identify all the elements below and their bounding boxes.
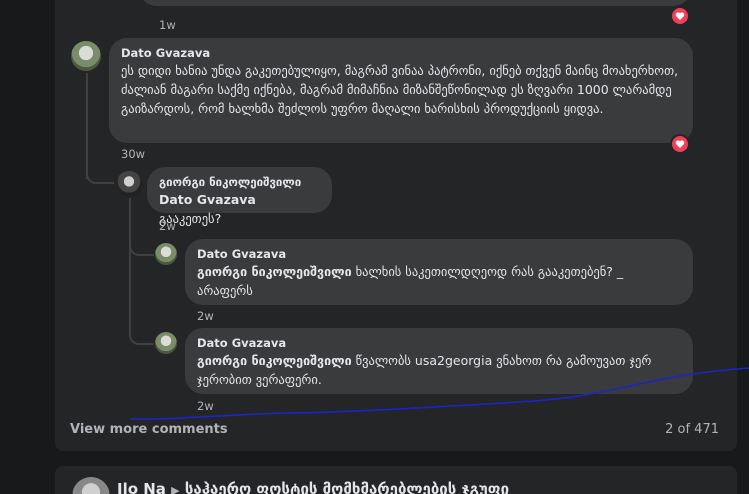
annotation-stroke — [129, 367, 749, 420]
